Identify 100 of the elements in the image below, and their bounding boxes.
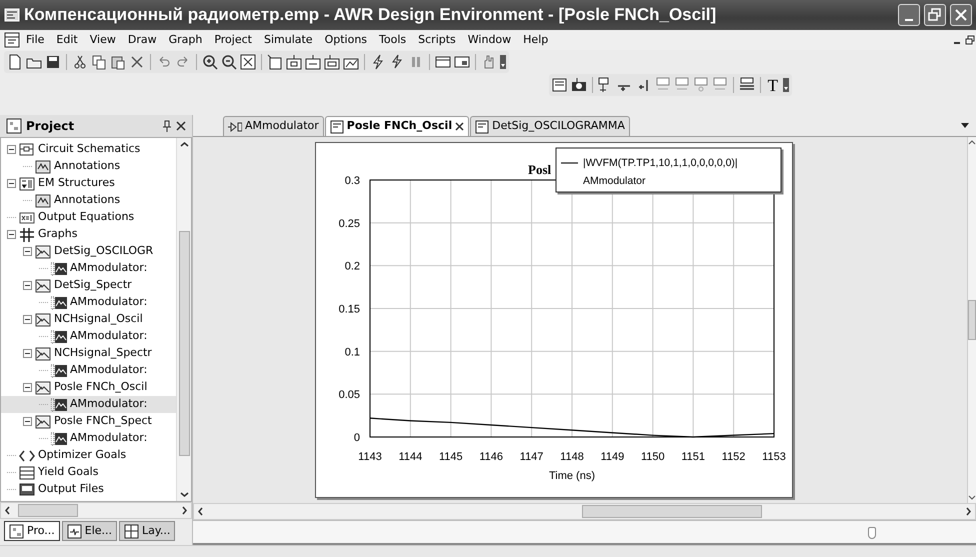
tree-item[interactable]: AMmodulator: xyxy=(1,362,176,379)
zoom-fit-icon[interactable] xyxy=(240,54,256,70)
equation-icon xyxy=(19,210,35,226)
tree-item[interactable]: DetSig_OSCILOGR xyxy=(1,243,176,260)
expander-icon[interactable] xyxy=(23,417,32,426)
vertical-scrollbar[interactable] xyxy=(176,138,191,501)
tree-item[interactable]: AMmodulator: xyxy=(1,328,176,345)
expander-icon[interactable] xyxy=(23,383,32,392)
document-tab[interactable]: Posle FNCh_Oscil xyxy=(324,116,470,136)
measurement-icon xyxy=(51,328,67,344)
tree-item[interactable]: AMmodulator: xyxy=(1,430,176,447)
window-icon[interactable] xyxy=(435,54,451,70)
document-tab[interactable]: AMmodulator xyxy=(223,116,324,136)
overflow-icon[interactable] xyxy=(500,55,506,69)
slider-handle[interactable] xyxy=(868,527,876,539)
copy-icon[interactable] xyxy=(91,54,107,70)
tree-item[interactable]: Yield Goals xyxy=(1,464,176,481)
restore-icon xyxy=(926,6,944,24)
save-icon[interactable] xyxy=(45,54,61,70)
tree-item[interactable]: NCHsignal_Spectr xyxy=(1,345,176,362)
panel-title: Project xyxy=(26,118,76,135)
horizontal-scrollbar[interactable] xyxy=(193,503,976,520)
menu-item[interactable]: Graph xyxy=(162,32,208,48)
expander-icon[interactable] xyxy=(7,230,16,239)
plot-icon[interactable] xyxy=(738,77,755,93)
tree-item[interactable]: AMmodulator: xyxy=(1,260,176,277)
x-tick-label: 1148 xyxy=(560,451,584,463)
zoom-out-icon[interactable] xyxy=(221,54,237,70)
dropdown-icon[interactable] xyxy=(960,122,970,130)
tree-item[interactable]: Graphs xyxy=(1,226,176,243)
paste-icon[interactable] xyxy=(110,54,126,70)
scissors-icon[interactable] xyxy=(72,54,88,70)
menu-item[interactable]: Window xyxy=(462,32,518,48)
close-icon[interactable] xyxy=(455,122,464,131)
zoom-in-icon[interactable] xyxy=(202,54,218,70)
menu-item[interactable]: View xyxy=(84,32,122,48)
tree-item[interactable]: Output Equations xyxy=(1,209,176,226)
expander-icon[interactable] xyxy=(7,179,16,188)
restore-button[interactable] xyxy=(964,34,976,46)
menu-item[interactable]: Edit xyxy=(50,32,84,48)
menu-item[interactable]: File xyxy=(20,32,50,48)
tree-item[interactable]: NCHsignal_Oscil xyxy=(1,311,176,328)
tree-item[interactable]: Posle FNCh_Spect xyxy=(1,413,176,430)
tree-item[interactable]: Optimizer Goals xyxy=(1,447,176,464)
scrollbar-thumb[interactable] xyxy=(582,505,762,518)
schematic-icon[interactable] xyxy=(305,54,321,70)
delete-icon[interactable] xyxy=(129,54,145,70)
menu-item[interactable]: Help xyxy=(517,32,554,48)
graph-icon xyxy=(330,120,344,134)
schematic-icon xyxy=(228,120,242,134)
y-tick-label: 0.3 xyxy=(344,175,360,187)
panel-tab[interactable]: Lay... xyxy=(119,521,176,541)
x-tick-label: 1150 xyxy=(640,451,665,463)
menu-item[interactable]: Simulate xyxy=(258,32,319,48)
vertical-scrollbar[interactable] xyxy=(967,137,976,503)
expander-icon[interactable] xyxy=(23,281,32,290)
close-button[interactable] xyxy=(950,4,972,26)
schematic-icon[interactable] xyxy=(286,54,302,70)
restore-button[interactable] xyxy=(924,4,946,26)
camera-icon[interactable] xyxy=(570,77,587,93)
expander-icon[interactable] xyxy=(23,349,32,358)
scrollbar-thumb[interactable] xyxy=(18,504,78,517)
window-icon[interactable] xyxy=(454,54,470,70)
tree-item[interactable]: Output Files xyxy=(1,481,176,498)
menu-item[interactable]: Tools xyxy=(373,32,412,48)
overflow-icon[interactable] xyxy=(783,78,789,92)
lightning-icon[interactable] xyxy=(370,54,386,70)
document-tab[interactable]: DetSig_OSCILOGRAMMA xyxy=(470,116,630,136)
tree-item[interactable]: Posle FNCh_Oscil xyxy=(1,379,176,396)
scrollbar-thumb[interactable] xyxy=(968,300,976,340)
tree-item[interactable]: DetSig_Spectr xyxy=(1,277,176,294)
tree-item[interactable]: Annotations xyxy=(1,158,176,175)
menu-item[interactable]: Options xyxy=(318,32,374,48)
schematic-icon[interactable] xyxy=(324,54,340,70)
horizontal-scrollbar[interactable] xyxy=(0,502,192,519)
tree-item[interactable]: AMmodulator: xyxy=(1,294,176,311)
tree-item[interactable]: Circuit Schematics xyxy=(1,141,176,158)
grid-icon xyxy=(19,226,35,242)
expander-icon[interactable] xyxy=(23,247,32,256)
tree-item[interactable]: AMmodulator: xyxy=(1,396,176,413)
tree-item[interactable]: Annotations xyxy=(1,192,176,209)
expander-icon[interactable] xyxy=(7,145,16,154)
new-file-icon[interactable] xyxy=(7,54,23,70)
scrollbar-thumb[interactable] xyxy=(178,231,190,456)
minimize-button[interactable] xyxy=(898,4,920,26)
expander-icon[interactable] xyxy=(23,315,32,324)
menu-item[interactable]: Scripts xyxy=(412,32,462,48)
close-icon[interactable] xyxy=(176,121,186,131)
menu-item[interactable]: Project xyxy=(208,32,258,48)
layout-icon xyxy=(124,524,140,538)
menu-item[interactable]: Draw xyxy=(122,32,163,48)
pin-icon[interactable] xyxy=(162,120,172,132)
properties-icon[interactable] xyxy=(552,77,568,93)
text-tool-button[interactable]: T xyxy=(766,76,780,94)
panel-tab[interactable]: Ele... xyxy=(62,521,118,541)
panel-tab[interactable]: Pro... xyxy=(4,521,60,541)
menu-icon[interactable] xyxy=(4,32,20,48)
graph-icon xyxy=(35,312,51,328)
new-document-icon[interactable] xyxy=(267,54,283,70)
tree-item[interactable]: EM Structures xyxy=(1,175,176,192)
